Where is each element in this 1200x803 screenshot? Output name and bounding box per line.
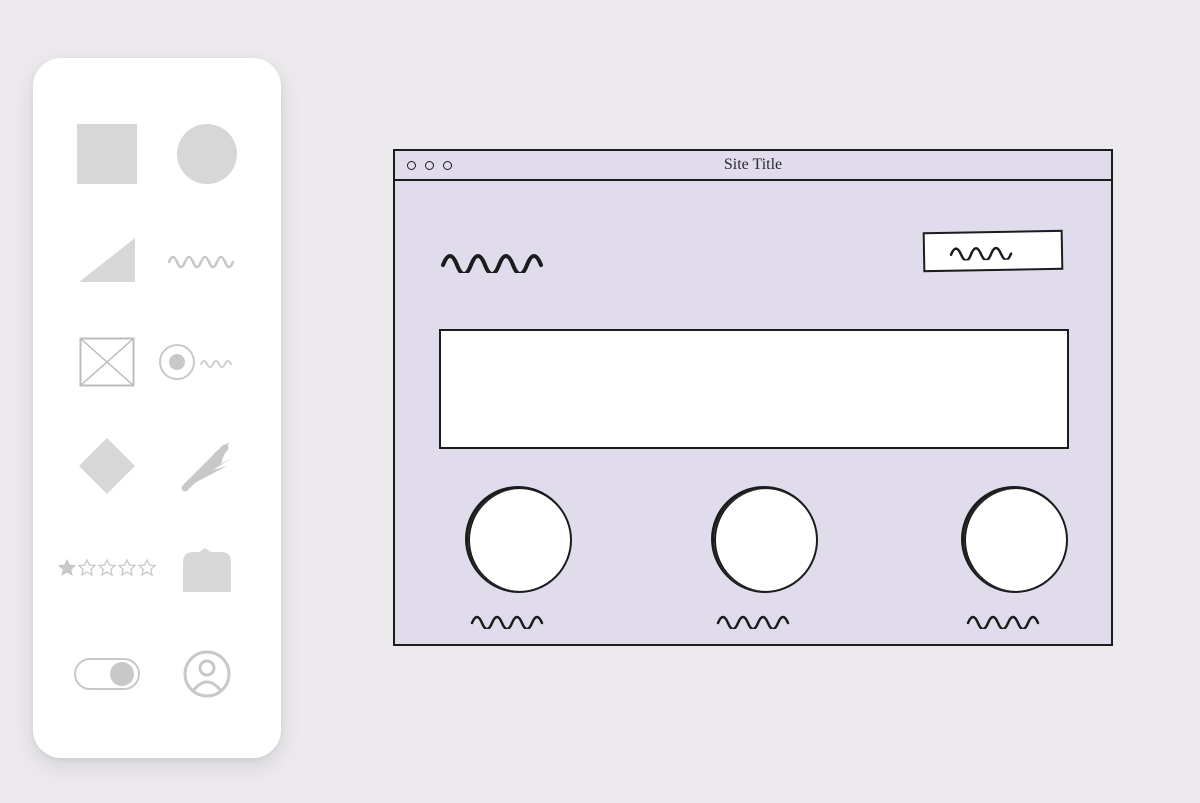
feature-item-2[interactable] (685, 487, 845, 629)
squiggle-text-icon (948, 241, 1038, 261)
user-avatar-shape[interactable] (157, 626, 257, 722)
browser-titlebar: Site Title (395, 151, 1111, 181)
window-maximize-icon[interactable] (443, 161, 452, 170)
square-shape[interactable] (57, 106, 157, 202)
hero-rectangle-placeholder[interactable] (439, 329, 1069, 449)
circle-shape[interactable] (157, 106, 257, 202)
star-rating-shape[interactable] (57, 522, 157, 618)
window-close-icon[interactable] (407, 161, 416, 170)
squiggle-text-shape[interactable] (157, 210, 257, 306)
logo-placeholder[interactable] (439, 245, 589, 273)
feature-circle-placeholder[interactable] (962, 487, 1068, 593)
wireframe-body[interactable] (395, 181, 1111, 644)
shape-palette (33, 58, 281, 758)
arrow-cursor-shape[interactable] (157, 418, 257, 514)
image-placeholder-shape[interactable] (57, 314, 157, 410)
toggle-switch-shape[interactable] (57, 626, 157, 722)
feature-label-placeholder (715, 611, 815, 629)
feature-item-1[interactable] (439, 487, 599, 629)
feature-circle-placeholder[interactable] (466, 487, 572, 593)
site-title: Site Title (395, 156, 1111, 174)
cta-button-placeholder[interactable] (923, 230, 1064, 272)
window-minimize-icon[interactable] (425, 161, 434, 170)
feature-circle-placeholder[interactable] (712, 487, 818, 593)
window-controls (395, 161, 452, 170)
diamond-shape[interactable] (57, 418, 157, 514)
triangle-shape[interactable] (57, 210, 157, 306)
wireframe-browser-window[interactable]: Site Title (393, 149, 1113, 646)
feature-item-3[interactable] (935, 487, 1095, 629)
tab-chip-shape[interactable] (157, 522, 257, 618)
feature-label-placeholder (965, 611, 1065, 629)
feature-label-placeholder (469, 611, 569, 629)
radio-button-shape[interactable] (157, 314, 257, 410)
